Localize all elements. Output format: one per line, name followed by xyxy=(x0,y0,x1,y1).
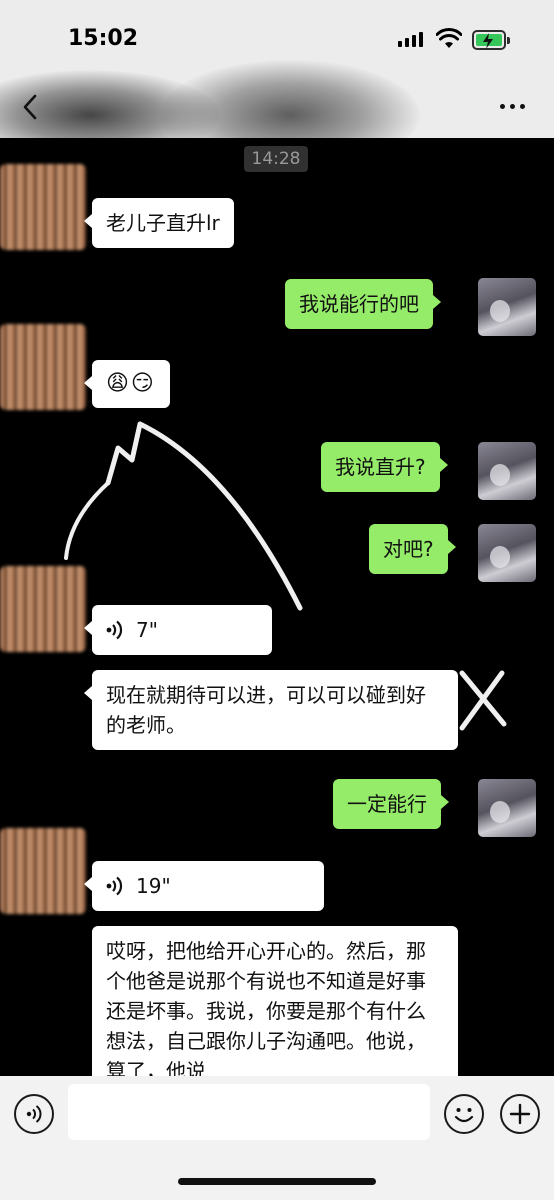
message-bubble-outgoing[interactable]: 一定能行 xyxy=(333,779,449,829)
emoji-icon[interactable] xyxy=(444,1094,484,1134)
wifi-icon xyxy=(436,28,462,48)
message-bubble-incoming[interactable]: 老儿子直升lr xyxy=(84,198,234,248)
more-dots-icon[interactable] xyxy=(500,104,525,109)
status-time: 15:02 xyxy=(68,26,139,51)
contact-avatar[interactable] xyxy=(0,566,86,652)
battery-charging-icon xyxy=(472,30,510,50)
voice-message[interactable]: 19" xyxy=(84,861,324,911)
message-bubble-emoji[interactable]: 😩😏 xyxy=(84,360,170,408)
message-bubble-outgoing[interactable]: 我说能行的吧 xyxy=(285,279,441,329)
voice-message[interactable]: 7" xyxy=(84,605,272,655)
top-bar: 15:02 xyxy=(0,0,554,138)
contact-avatar[interactable] xyxy=(0,164,86,250)
chevron-left-icon[interactable] xyxy=(16,92,46,122)
home-indicator[interactable] xyxy=(178,1178,376,1185)
scribble-overlay xyxy=(160,60,420,138)
plus-icon[interactable] xyxy=(500,1094,540,1134)
message-bubble-outgoing[interactable]: 对吧? xyxy=(369,524,456,574)
self-avatar[interactable] xyxy=(478,524,536,582)
contact-avatar[interactable] xyxy=(0,324,86,410)
voice-duration: 19" xyxy=(136,874,171,898)
self-avatar[interactable] xyxy=(478,278,536,336)
message-bubble-outgoing[interactable]: 我说直升? xyxy=(321,442,448,492)
self-avatar[interactable] xyxy=(478,779,536,837)
contact-avatar[interactable] xyxy=(0,828,86,914)
voice-wave-icon xyxy=(106,876,123,896)
voice-duration: 7" xyxy=(136,618,158,642)
chat-area[interactable]: 14:28 老儿子直升lr 我说能行的吧 😩😏 我说直升? 对吧? 7" 现在就… xyxy=(0,138,554,1076)
voice-wave-icon xyxy=(106,620,123,640)
voice-input-icon[interactable] xyxy=(14,1094,54,1134)
self-avatar[interactable] xyxy=(478,442,536,500)
message-bubble-incoming[interactable]: 哎呀，把他给开心开心的。然后，那个他爸是说那个有说也不知道是好事还是坏事。我说，… xyxy=(92,926,458,1076)
message-bubble-incoming[interactable]: 现在就期待可以进，可以可以碰到好的老师。 xyxy=(84,670,458,750)
cellular-signal-icon xyxy=(398,32,423,47)
message-input[interactable] xyxy=(68,1084,430,1140)
